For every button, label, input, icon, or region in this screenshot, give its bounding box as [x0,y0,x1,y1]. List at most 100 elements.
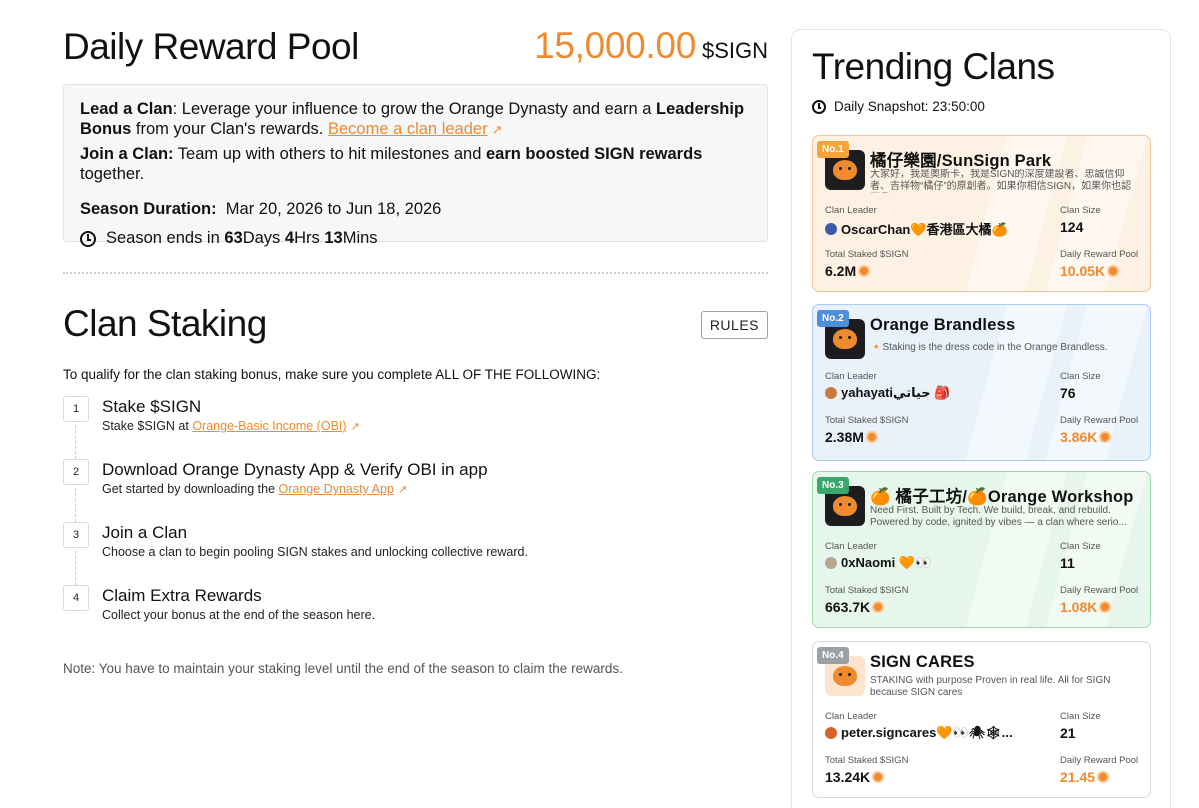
section-divider [63,272,768,274]
rank-badge: No.4 [817,647,849,664]
join-clan-heading: Join a Clan: [80,145,174,163]
lead-clan-text: Lead a Clan: Leverage your influence to … [80,99,751,140]
clan-leader-label: Clan Leader [825,371,877,382]
clan-description: STAKING with purpose Proven in real life… [870,675,1111,698]
step-number: 3 [63,522,89,548]
daily-reward-pool-value: 1.08K [1060,599,1112,615]
step-connector [75,425,76,459]
clan-staking-title: Clan Staking [63,303,267,344]
rank-badge: No.1 [817,141,849,158]
daily-snapshot: Daily Snapshot: 23:50:00 [812,99,985,114]
clan-leader-value: 0xNaomi 🧡👀 [825,555,931,571]
clan-leader-value: peter.signcares🧡👀🕷🕸... [825,725,1013,741]
pool-amount-value: 15,000.00 [534,25,696,66]
rules-button[interactable]: RULES [700,311,768,339]
avatar [825,727,837,739]
step-number: 1 [63,396,89,422]
page-title: Daily Reward Pool [63,26,359,67]
sign-coin-icon [1107,265,1120,277]
clan-card[interactable]: No.4 SIGN CARES STAKING with purpose Pro… [812,641,1151,798]
season-duration: Season Duration: Mar 20, 2026 to Jun 18,… [80,200,751,219]
sign-coin-icon [1099,601,1112,613]
step-description: Collect your bonus at the end of the sea… [102,608,376,622]
clan-name: SIGN CARES [870,653,975,671]
clan-name: 🍊 橘子工坊/🍊Orange Workshop [870,488,1134,506]
countdown-hours: 4 [284,229,295,247]
total-staked-value: 6.2M [825,263,871,279]
external-link-icon: ↗ [350,421,360,433]
mascot-icon [833,329,857,349]
total-staked-value: 13.24K [825,769,885,785]
info-box: Lead a Clan: Leverage your influence to … [63,84,768,247]
pool-amount: 1.08K [1060,599,1098,615]
step-item: 1 Stake $SIGN Stake $SIGN at Orange-Basi… [63,395,768,459]
rank-badge: No.3 [817,477,849,494]
total-staked-label: Total Staked $SIGN [825,585,909,596]
step-number: 4 [63,585,89,611]
clock-icon [80,230,96,247]
lead-clan-heading: Lead a Clan [80,100,173,118]
pool-amount: 10.05K [1060,263,1106,279]
clan-size-value: 11 [1060,555,1075,571]
clan-size-value: 76 [1060,385,1076,401]
mascot-icon [833,160,857,180]
total-staked-label: Total Staked $SIGN [825,415,909,426]
qualify-text: To qualify for the clan staking bonus, m… [63,367,601,382]
staked-amount: 2.38M [825,429,864,445]
clan-leader-label: Clan Leader [825,205,877,216]
countdown-mins: 13 [324,229,343,247]
leader-name: 0xNaomi 🧡👀 [841,555,932,570]
daily-reward-pool-label: Daily Reward Pool [1060,755,1139,766]
join-clan-text: Join a Clan: Team up with others to hit … [80,144,751,184]
orange-dynasty-app-link[interactable]: Orange Dynasty App [279,482,394,496]
clan-size-label: Clan Size [1060,541,1101,552]
daily-reward-pool-label: Daily Reward Pool [1060,249,1139,260]
clan-name: Orange Brandless [870,316,1016,334]
countdown-days-label: Days [242,229,281,247]
clan-description: 🔸Staking is the dress code in the Orange… [870,342,1108,353]
clan-card[interactable]: No.2 Orange Brandless 🔸Staking is the dr… [812,304,1151,461]
step-title: Download Orange Dynasty App & Verify OBI… [102,460,488,479]
boosted-rewards-text: earn boosted SIGN rewards [485,145,703,163]
total-staked-label: Total Staked $SIGN [825,249,909,260]
mascot-icon [833,496,857,516]
clan-size-value: 124 [1060,219,1084,235]
obi-link[interactable]: Orange-Basic Income (OBI) [192,419,346,433]
step-desc-text: Stake $SIGN at [102,419,193,433]
total-staked-value: 2.38M [825,429,878,445]
total-staked-value: 663.7K [825,599,885,615]
step-description: Get started by downloading the Orange Dy… [102,482,407,496]
sign-coin-icon [872,601,885,613]
lead-clan-desc2: from your Clan's rewards. [131,120,328,138]
step-number: 2 [63,459,89,485]
step-description: Stake $SIGN at Orange-Basic Income (OBI)… [102,419,360,433]
external-link-icon: ↗ [491,122,503,137]
become-clan-leader-link[interactable]: Become a clan leader [328,120,488,138]
step-connector [75,551,76,585]
staked-amount: 13.24K [825,769,871,785]
join-clan-desc2: together. [80,165,145,183]
total-staked-label: Total Staked $SIGN [825,755,909,766]
avatar [825,222,837,235]
clan-card[interactable]: No.3 🍊 橘子工坊/🍊Orange Workshop Need First.… [812,471,1151,628]
snapshot-time: Daily Snapshot: 23:50:00 [834,99,985,114]
clan-size-label: Clan Size [1060,371,1101,382]
clan-size-value: 21 [1060,725,1076,741]
daily-reward-pool-label: Daily Reward Pool [1060,415,1139,426]
sign-coin-icon [872,771,885,783]
step-item: 3 Join a Clan Choose a clan to begin poo… [63,521,768,585]
countdown-days: 63 [224,229,243,247]
step-item: 4 Claim Extra Rewards Collect your bonus… [63,584,768,624]
sign-coin-icon [858,265,871,277]
daily-reward-pool-value: 3.86K [1060,429,1112,445]
step-title: Claim Extra Rewards [102,586,262,605]
clock-icon [812,99,826,114]
external-link-icon: ↗ [397,484,408,496]
pool-amount-unit: $SIGN [701,38,768,63]
avatar [825,557,837,569]
pool-amount: 3.86K [1060,429,1098,445]
clan-leader-value: OscarChan🧡香港區大橘🍊 [825,219,1008,238]
countdown-hours-label: Hrs [294,229,320,247]
clan-name: 橘仔樂園/SunSign Park [870,152,1052,170]
clan-card[interactable]: No.1 橘仔樂園/SunSign Park 大家好，我是奧斯卡，我是SIGN的… [812,135,1151,292]
